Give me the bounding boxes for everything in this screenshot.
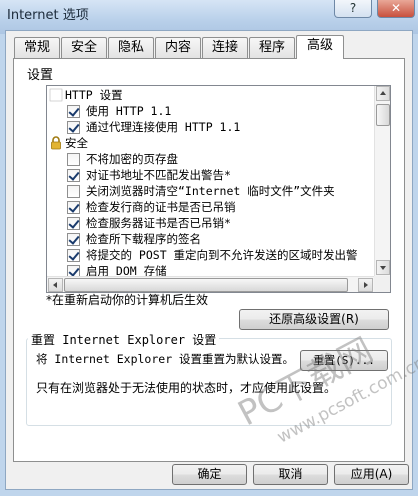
tab-content[interactable]: 内容 bbox=[155, 37, 201, 58]
list-item[interactable]: 检查发行商的证书是否已吊销 bbox=[47, 199, 375, 215]
lock-icon bbox=[51, 136, 61, 150]
vertical-scroll-thumb[interactable] bbox=[376, 104, 390, 126]
scroll-up-button[interactable] bbox=[376, 86, 390, 101]
list-item[interactable]: 通过代理连接使用 HTTP 1.1 bbox=[47, 119, 375, 135]
window-title: Internet 选项 bbox=[7, 8, 89, 23]
list-item[interactable]: 不将加密的页存盘 bbox=[47, 151, 375, 167]
tab-programs[interactable]: 程序 bbox=[249, 37, 295, 58]
advanced-panel: 设置 HTTP 设置 使用 HTTP 1.1 通过代理连接使用 HTTP 1.1 bbox=[13, 58, 405, 462]
tab-security[interactable]: 安全 bbox=[61, 37, 107, 58]
tab-general[interactable]: 常规 bbox=[14, 37, 60, 58]
apply-button[interactable]: 应用(A) bbox=[334, 464, 409, 485]
ok-button[interactable]: 确定 bbox=[172, 464, 247, 485]
checkbox[interactable] bbox=[67, 233, 80, 246]
title-bar: Internet 选项 ? ✕ bbox=[0, 0, 418, 34]
checkbox[interactable] bbox=[67, 265, 80, 276]
globe-icon bbox=[49, 88, 63, 102]
arrow-up-icon bbox=[380, 91, 386, 95]
scroll-left-button[interactable] bbox=[48, 278, 63, 292]
checkbox[interactable] bbox=[67, 217, 80, 230]
settings-section-label: 设置 bbox=[27, 68, 54, 83]
scroll-right-button[interactable] bbox=[358, 278, 373, 292]
tab-advanced[interactable]: 高级 bbox=[296, 35, 344, 59]
arrow-left-icon bbox=[53, 282, 57, 288]
list-item[interactable]: 对证书地址不匹配发出警告* bbox=[47, 167, 375, 183]
restart-note: *在重新启动你的计算机后生效 bbox=[46, 293, 209, 307]
scroll-corner bbox=[374, 276, 390, 292]
settings-list-content: HTTP 设置 使用 HTTP 1.1 通过代理连接使用 HTTP 1.1 安全 bbox=[47, 86, 375, 276]
cancel-button[interactable]: 取消 bbox=[253, 464, 328, 485]
checkbox[interactable] bbox=[67, 185, 80, 198]
close-button[interactable]: ✕ bbox=[377, 0, 415, 18]
list-item[interactable]: 启用 DOM 存储 bbox=[47, 263, 375, 276]
internet-options-dialog: 常规 安全 隐私 内容 连接 程序 高级 设置 HTTP 设置 使用 HTTP … bbox=[5, 30, 413, 490]
checkbox[interactable] bbox=[67, 201, 80, 214]
list-item[interactable]: 检查服务器证书是否已吊销* bbox=[47, 215, 375, 231]
reset-description: 将 Internet Explorer 设置重置为默认设置。 bbox=[36, 352, 295, 366]
scroll-down-button[interactable] bbox=[376, 260, 390, 275]
arrow-down-icon bbox=[380, 266, 386, 270]
list-item[interactable]: 使用 HTTP 1.1 bbox=[47, 103, 375, 119]
tab-privacy[interactable]: 隐私 bbox=[108, 37, 154, 58]
list-item[interactable]: 检查所下载程序的签名 bbox=[47, 231, 375, 247]
list-item[interactable]: 关闭浏览器时清空“Internet 临时文件”文件夹 bbox=[47, 183, 375, 199]
reset-group-title: 重置 Internet Explorer 设置 bbox=[28, 331, 220, 348]
reset-button[interactable]: 重置(S)... bbox=[300, 350, 388, 371]
checkbox[interactable] bbox=[67, 121, 80, 134]
vertical-scrollbar[interactable] bbox=[374, 86, 390, 276]
horizontal-scrollbar[interactable] bbox=[47, 276, 375, 292]
list-item[interactable]: 将提交的 POST 重定向到不允许发送的区域时发出警 bbox=[47, 247, 375, 263]
list-category-http: HTTP 设置 bbox=[47, 87, 375, 103]
tab-connections[interactable]: 连接 bbox=[202, 37, 248, 58]
arrow-right-icon bbox=[364, 282, 368, 288]
help-button[interactable]: ? bbox=[334, 0, 372, 18]
settings-list[interactable]: HTTP 设置 使用 HTTP 1.1 通过代理连接使用 HTTP 1.1 安全 bbox=[46, 85, 391, 293]
reset-warning: 只有在浏览器处于无法使用的状态时，才应使用此设置。 bbox=[36, 381, 337, 395]
checkbox[interactable] bbox=[67, 153, 80, 166]
horizontal-scroll-thumb[interactable] bbox=[64, 278, 348, 292]
list-category-security: 安全 bbox=[47, 135, 375, 151]
checkbox[interactable] bbox=[67, 169, 80, 182]
checkbox[interactable] bbox=[67, 249, 80, 262]
restore-advanced-settings-button[interactable]: 还原高级设置(R) bbox=[239, 309, 389, 330]
checkbox[interactable] bbox=[67, 105, 80, 118]
